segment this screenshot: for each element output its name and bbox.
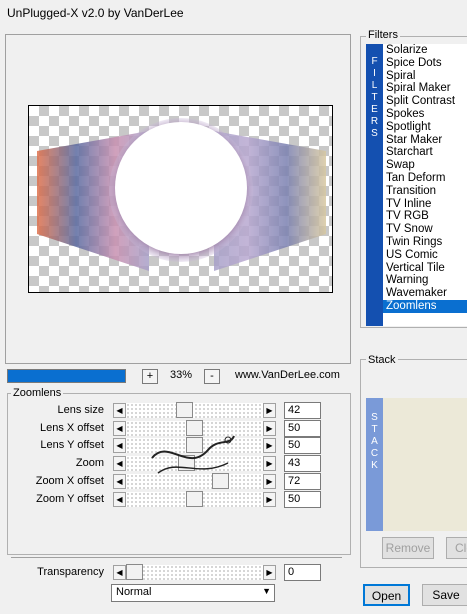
filter-list-item[interactable]: TV Inline [383,198,467,211]
param-value-input[interactable]: 42 [284,402,321,419]
stack-list[interactable] [383,398,467,531]
stack-side-text: STACK [370,412,379,471]
zoomlens-preview-image [37,118,326,271]
transparency-label: Transparency [37,566,104,578]
filter-list[interactable]: Solarize Spice Dots Spiral Spiral Maker Spli… [383,44,467,326]
stack-group-label: Stack [366,354,398,366]
param-label: Zoom Y offset [36,492,104,505]
website-link[interactable]: www.VanDerLee.com [235,369,340,381]
settings-group-label: Zoomlens [11,387,64,399]
transparency-value-input[interactable]: 0 [284,564,321,581]
slider-right-arrow[interactable]: ▶ [263,438,276,454]
param-value-input[interactable]: 43 [284,455,321,473]
filter-list-item[interactable]: US Comic [383,249,467,262]
filter-list-item[interactable]: Solarize [383,44,467,57]
blend-mode-value: Normal [116,586,152,598]
filter-list-item[interactable]: TV Snow [383,223,467,236]
filter-list-item[interactable]: Swap [383,159,467,172]
filter-list-item[interactable]: Warning [383,274,467,287]
filters-side-text: FILTERS [370,56,379,139]
slider-left-arrow[interactable]: ◀ [113,438,126,454]
chevron-down-icon: ▼ [262,586,271,596]
param-label: Lens X offset [39,421,104,434]
remove-button[interactable]: Remove [382,537,434,559]
slider-left-arrow[interactable]: ◀ [113,473,126,489]
filters-side-label: FILTERS [366,44,383,326]
transparency-left-arrow[interactable]: ◀ [113,565,126,580]
filter-list-item[interactable]: Twin Rings [383,236,467,249]
slider-right-arrow[interactable]: ▶ [263,420,276,436]
param-label: Lens Y offset [40,439,104,452]
filter-list-item[interactable]: Spiral Maker [383,82,467,95]
slider-right-arrow[interactable]: ▶ [263,456,276,472]
param-value-input[interactable]: 50 [284,437,321,455]
slider-left-arrow[interactable]: ◀ [113,403,126,418]
transparency-slider-thumb[interactable] [126,564,143,580]
param-slider-thumb[interactable] [176,402,193,418]
stack-side-label: STACK [366,398,383,531]
divider [11,557,342,558]
param-label: Zoom [75,457,104,470]
filter-list-item[interactable]: Zoomlens [383,299,467,313]
save-button[interactable]: Save [422,584,467,606]
filter-list-item[interactable]: Spiral [383,70,467,83]
filter-list-item[interactable]: Spotlight [383,121,467,134]
zoom-in-button[interactable]: + [142,369,158,384]
param-value-input[interactable]: 50 [284,419,321,437]
param-value-input[interactable]: 50 [284,490,321,508]
mony-tutorial-watermark [151,435,235,474]
transparency-right-arrow[interactable]: ▶ [263,565,276,580]
open-button[interactable]: Open [363,584,410,606]
filter-list-item[interactable]: Spice Dots [383,57,467,70]
window-title: UnPlugged-X v2.0 by VanDerLee [7,6,184,20]
slider-left-arrow[interactable]: ◀ [113,420,126,436]
zoom-level: 33% [170,369,193,381]
filter-list-item[interactable]: Star Maker [383,134,467,147]
param-slider[interactable] [126,490,263,507]
param-slider[interactable] [126,402,263,418]
filters-group-label: Filters [366,29,400,41]
param-value-input[interactable]: 72 [284,472,321,490]
filter-list-item[interactable]: TV RGB [383,210,467,223]
zoom-out-button[interactable]: - [204,369,220,384]
preview-canvas[interactable] [28,105,333,293]
filter-list-item[interactable]: Split Contrast [383,95,467,108]
param-label: Zoom X offset [35,474,104,487]
param-slider-thumb[interactable] [186,490,203,507]
blend-mode-select[interactable]: Normal ▼ [111,584,275,602]
filter-list-item[interactable]: Starchart [383,146,467,159]
clear-button[interactable]: Cle [446,537,467,559]
slider-right-arrow[interactable]: ▶ [263,403,276,418]
slider-right-arrow[interactable]: ▶ [263,473,276,489]
filter-list-item[interactable]: Wavemaker [383,287,467,300]
slider-right-arrow[interactable]: ▶ [263,491,276,507]
slider-left-arrow[interactable]: ◀ [113,456,126,472]
param-label: Lens size [57,404,104,416]
slider-left-arrow[interactable]: ◀ [113,491,126,507]
filter-list-item[interactable]: Vertical Tile [383,262,467,275]
filter-list-item[interactable]: Transition [383,185,467,198]
filter-list-item[interactable]: Spokes [383,108,467,121]
filter-list-item[interactable]: Tan Deform [383,172,467,185]
transparency-slider[interactable] [126,564,263,580]
progress-bar [7,369,126,383]
